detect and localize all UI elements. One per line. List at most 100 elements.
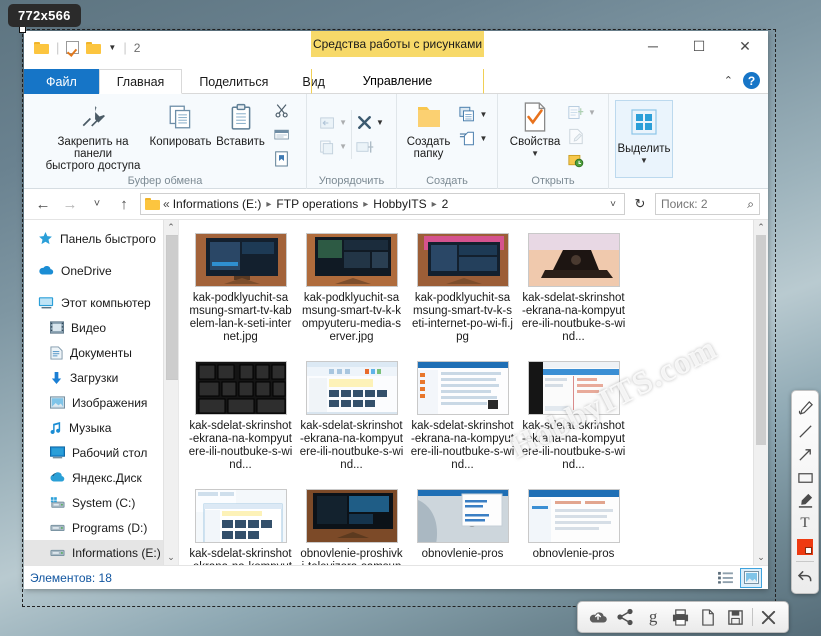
sidebar-item-video[interactable]: Видео	[24, 315, 178, 340]
up-button[interactable]: ↑	[113, 193, 135, 215]
chevron-down-icon[interactable]: ▼	[339, 118, 347, 127]
close-button-bottom[interactable]	[756, 605, 780, 629]
sidebar-item-desktop[interactable]: Рабочий стол	[24, 440, 178, 465]
delete-button[interactable]: ▼	[356, 112, 384, 133]
resize-handle-top-left[interactable]	[19, 26, 26, 33]
file-list-scrollbar[interactable]: ⌃ ⌄	[753, 220, 768, 565]
scroll-down-icon[interactable]: ⌄	[164, 550, 178, 565]
sidebar-item-informations-e[interactable]: Informations (E:)	[24, 540, 178, 565]
edit-button[interactable]	[568, 126, 596, 147]
file-item[interactable]: obnovlenie-pros	[407, 484, 518, 565]
share-button[interactable]	[613, 605, 637, 629]
file-item[interactable]: kak-podklyuchit-samsung-smart-tv-k-kompy…	[296, 228, 407, 356]
file-item[interactable]: kak-podklyuchit-samsung-smart-tv-k-seti-…	[407, 228, 518, 356]
search-input[interactable]: Поиск: 2 ⌕	[655, 193, 760, 215]
maximize-button[interactable]: ☐	[676, 31, 722, 61]
color-picker-button[interactable]	[793, 535, 817, 558]
rectangle-tool-button[interactable]	[793, 466, 817, 489]
forward-button[interactable]: →	[59, 193, 81, 215]
sidebar-item-system-c[interactable]: System (C:)	[24, 490, 178, 515]
paste-button[interactable]: Вставить	[212, 98, 270, 148]
undo-button[interactable]	[793, 565, 817, 588]
breadcrumb[interactable]: « Informations (E:) ▸ FTP operations ▸ H…	[140, 193, 625, 215]
checkbox-icon[interactable]	[66, 41, 80, 54]
file-list-pane[interactable]: kak-podklyuchit-samsung-smart-tv-kabelem…	[179, 220, 768, 565]
rename-button[interactable]	[356, 136, 384, 157]
file-item[interactable]: kak-podklyuchit-samsung-smart-tv-kabelem…	[185, 228, 296, 356]
text-tool-button[interactable]: T	[793, 512, 817, 535]
minimize-button[interactable]: ─	[630, 31, 676, 61]
tab-file[interactable]: Файл	[24, 69, 99, 94]
scrollbar-thumb-files[interactable]	[756, 235, 766, 445]
chevron-down-icon-2[interactable]: ▼	[339, 142, 347, 151]
refresh-button[interactable]: ↻	[630, 193, 650, 215]
breadcrumb-item-0[interactable]: Informations (E:)	[173, 197, 262, 211]
tab-home[interactable]: Главная	[98, 69, 183, 94]
file-item[interactable]: kak-sdelat-skrinshot-ekrana-na-kompyuter…	[518, 228, 629, 356]
file-item[interactable]: kak-sdelat-skrinshot-ekrana-na-kompyuter…	[518, 356, 629, 484]
pencil-tool-button[interactable]	[793, 397, 817, 420]
copy-path-button[interactable]	[273, 124, 290, 145]
google-button[interactable]: g	[641, 605, 665, 629]
close-button[interactable]: ✕	[722, 31, 768, 61]
new-folder-icon[interactable]	[86, 41, 102, 54]
file-item[interactable]: obnovlenie-proshivki-televizora-samsung-…	[296, 484, 407, 565]
breadcrumb-dropdown-icon[interactable]: ˅	[610, 199, 620, 210]
breadcrumb-item-2[interactable]: HobbyITS	[373, 197, 426, 211]
breadcrumb-item-1[interactable]: FTP operations	[276, 197, 358, 211]
chevron-down-icon-7[interactable]: ▼	[588, 108, 596, 117]
cloud-upload-button[interactable]	[586, 605, 610, 629]
file-item[interactable]: kak-sdelat-skrinshot-ekrana-na-kompyuter…	[185, 356, 296, 484]
file-item[interactable]: kak-sdelat-skrinshot-ekrana-na-kompyuter…	[185, 484, 296, 565]
sidebar-item-downloads[interactable]: Загрузки	[24, 365, 178, 390]
help-icon[interactable]: ?	[743, 72, 760, 89]
navigation-scrollbar[interactable]: ⌃ ⌄	[163, 220, 178, 565]
details-view-button[interactable]	[714, 568, 736, 588]
recent-locations-button[interactable]: ˅	[86, 193, 108, 215]
chevron-down-icon-8[interactable]: ▼	[640, 156, 648, 165]
marker-tool-button[interactable]	[793, 489, 817, 512]
sidebar-item-documents[interactable]: Документы	[24, 340, 178, 365]
chevron-down-icon-5[interactable]: ▼	[480, 134, 488, 143]
folder-icon[interactable]	[34, 41, 49, 54]
easy-access-button[interactable]: ▼	[459, 128, 488, 149]
copy-button-bottom[interactable]	[696, 605, 720, 629]
pin-to-quick-access-button[interactable]: Закрепить на панели быстрого доступа	[37, 98, 150, 172]
print-button[interactable]	[669, 605, 693, 629]
collapse-ribbon-icon[interactable]: ⌃	[724, 74, 733, 87]
breadcrumb-item-3[interactable]: 2	[442, 197, 449, 211]
tab-manage[interactable]: Управление	[311, 69, 484, 94]
copy-button[interactable]: Копировать	[150, 98, 212, 148]
arrow-tool-button[interactable]	[793, 443, 817, 466]
paste-shortcut-button[interactable]	[274, 148, 290, 169]
chevron-down-icon-3[interactable]: ▼	[376, 118, 384, 127]
file-item[interactable]: kak-sdelat-skrinshot-ekrana-na-kompyuter…	[407, 356, 518, 484]
history-button[interactable]	[568, 150, 596, 171]
open-button[interactable]: ▼	[568, 102, 596, 123]
chevron-down-icon[interactable]: ▼	[108, 43, 116, 52]
sidebar-item-onedrive[interactable]: OneDrive	[24, 258, 178, 283]
scroll-up-icon[interactable]: ⌃	[164, 220, 178, 235]
sidebar-item-pictures[interactable]: Изображения	[24, 390, 178, 415]
file-item[interactable]: obnovlenie-pros	[518, 484, 629, 565]
thumbnails-view-button[interactable]	[740, 567, 762, 588]
scroll-up-icon-files[interactable]: ⌃	[754, 220, 768, 235]
scrollbar-thumb[interactable]	[166, 235, 178, 380]
save-button[interactable]	[724, 605, 748, 629]
move-to-button[interactable]: ▼	[319, 112, 347, 133]
properties-button[interactable]: Свойства ▼	[506, 98, 564, 158]
sidebar-item-music[interactable]: Музыка	[24, 415, 178, 440]
scroll-down-icon-files[interactable]: ⌄	[754, 550, 768, 565]
chevron-down-icon-4[interactable]: ▼	[480, 110, 488, 119]
sidebar-item-programs-d[interactable]: Programs (D:)	[24, 515, 178, 540]
cut-button[interactable]	[274, 100, 290, 121]
line-tool-button[interactable]	[793, 420, 817, 443]
back-button[interactable]: ←	[32, 193, 54, 215]
sidebar-item-this-pc[interactable]: Этот компьютер	[24, 290, 178, 315]
sidebar-item-quick-access[interactable]: Панель быстрого	[24, 226, 178, 251]
new-item-button[interactable]: ▼	[458, 104, 488, 125]
sidebar-item-yandex-disk[interactable]: Яндекс.Диск	[24, 465, 178, 490]
new-folder-button[interactable]: Создать папку	[403, 98, 455, 160]
tab-share[interactable]: Поделиться	[182, 69, 285, 94]
file-item[interactable]: kak-sdelat-skrinshot-ekrana-na-kompyuter…	[296, 356, 407, 484]
